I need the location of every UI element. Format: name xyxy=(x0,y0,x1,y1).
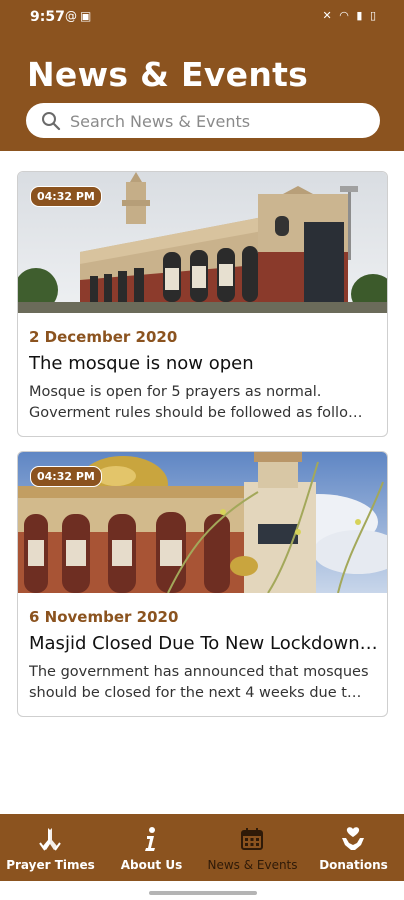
nav-label: Donations xyxy=(319,858,388,872)
search-bar[interactable]: Search News & Events xyxy=(26,103,380,138)
status-bar: 9:57 @▣ ✕ ◠ ▮ ▯ xyxy=(0,0,404,36)
time-badge: 04:32 PM xyxy=(30,466,102,487)
time-badge: 04:32 PM xyxy=(30,186,102,207)
news-description-line: should be closed for the next 4 weeks du… xyxy=(29,685,362,701)
nav-item-news-events[interactable]: News & Events xyxy=(202,814,303,881)
calendar-icon xyxy=(241,828,263,850)
news-title: Masjid Closed Due To New Lockdown… xyxy=(29,633,378,654)
signal-icon: ▮ xyxy=(356,9,365,22)
news-description-line: The government has announced that mosque… xyxy=(29,664,369,680)
nav-label: About Us xyxy=(120,858,183,872)
nav-item-donations[interactable]: Donations xyxy=(303,814,404,881)
news-card[interactable]: 04:32 PM 2 December 2020 The mosque is n… xyxy=(17,171,388,437)
image-icon: ▣ xyxy=(80,9,95,23)
mute-icon: ✕ xyxy=(322,9,334,22)
news-title: The mosque is now open xyxy=(29,353,254,374)
nav-item-prayer-times[interactable]: Prayer Times xyxy=(0,814,101,881)
praying-hands-icon xyxy=(39,828,61,851)
search-icon xyxy=(42,112,61,131)
gesture-area xyxy=(0,881,404,900)
news-image: 04:32 PM xyxy=(18,172,387,313)
page-title: News & Events xyxy=(27,55,309,94)
at-sign-icon: @ xyxy=(65,9,80,23)
wifi-icon: ◠ xyxy=(339,9,351,22)
status-time: 9:57 xyxy=(30,9,65,25)
news-description-line: Goverment rules should be followed as fo… xyxy=(29,405,363,421)
system-icons: ✕ ◠ ▮ ▯ xyxy=(323,9,378,22)
news-image: 04:32 PM xyxy=(18,452,387,593)
home-gesture-bar[interactable] xyxy=(149,891,257,895)
search-input[interactable]: Search News & Events xyxy=(70,112,250,131)
donation-icon xyxy=(342,827,364,850)
nav-item-about-us[interactable]: About Us xyxy=(101,814,202,881)
news-description: The government has announced that mosque… xyxy=(29,662,379,704)
news-card[interactable]: 04:32 PM 6 November 2020 Masjid Closed D… xyxy=(17,451,388,717)
notification-icons: @▣ xyxy=(65,9,94,23)
nav-label: News & Events xyxy=(207,858,298,872)
info-icon xyxy=(145,827,155,851)
battery-icon: ▯ xyxy=(369,9,378,22)
news-description-line: Mosque is open for 5 prayers as normal. xyxy=(29,384,322,400)
news-description: Mosque is open for 5 prayers as normal. … xyxy=(29,382,379,424)
nav-label: Prayer Times xyxy=(6,858,95,872)
news-date: 2 December 2020 xyxy=(29,328,178,346)
bottom-navigation: Prayer Times About Us News & Events Dona… xyxy=(0,814,404,881)
news-date: 6 November 2020 xyxy=(29,608,179,626)
app-header: 9:57 @▣ ✕ ◠ ▮ ▯ News & Events Search New… xyxy=(0,0,404,151)
